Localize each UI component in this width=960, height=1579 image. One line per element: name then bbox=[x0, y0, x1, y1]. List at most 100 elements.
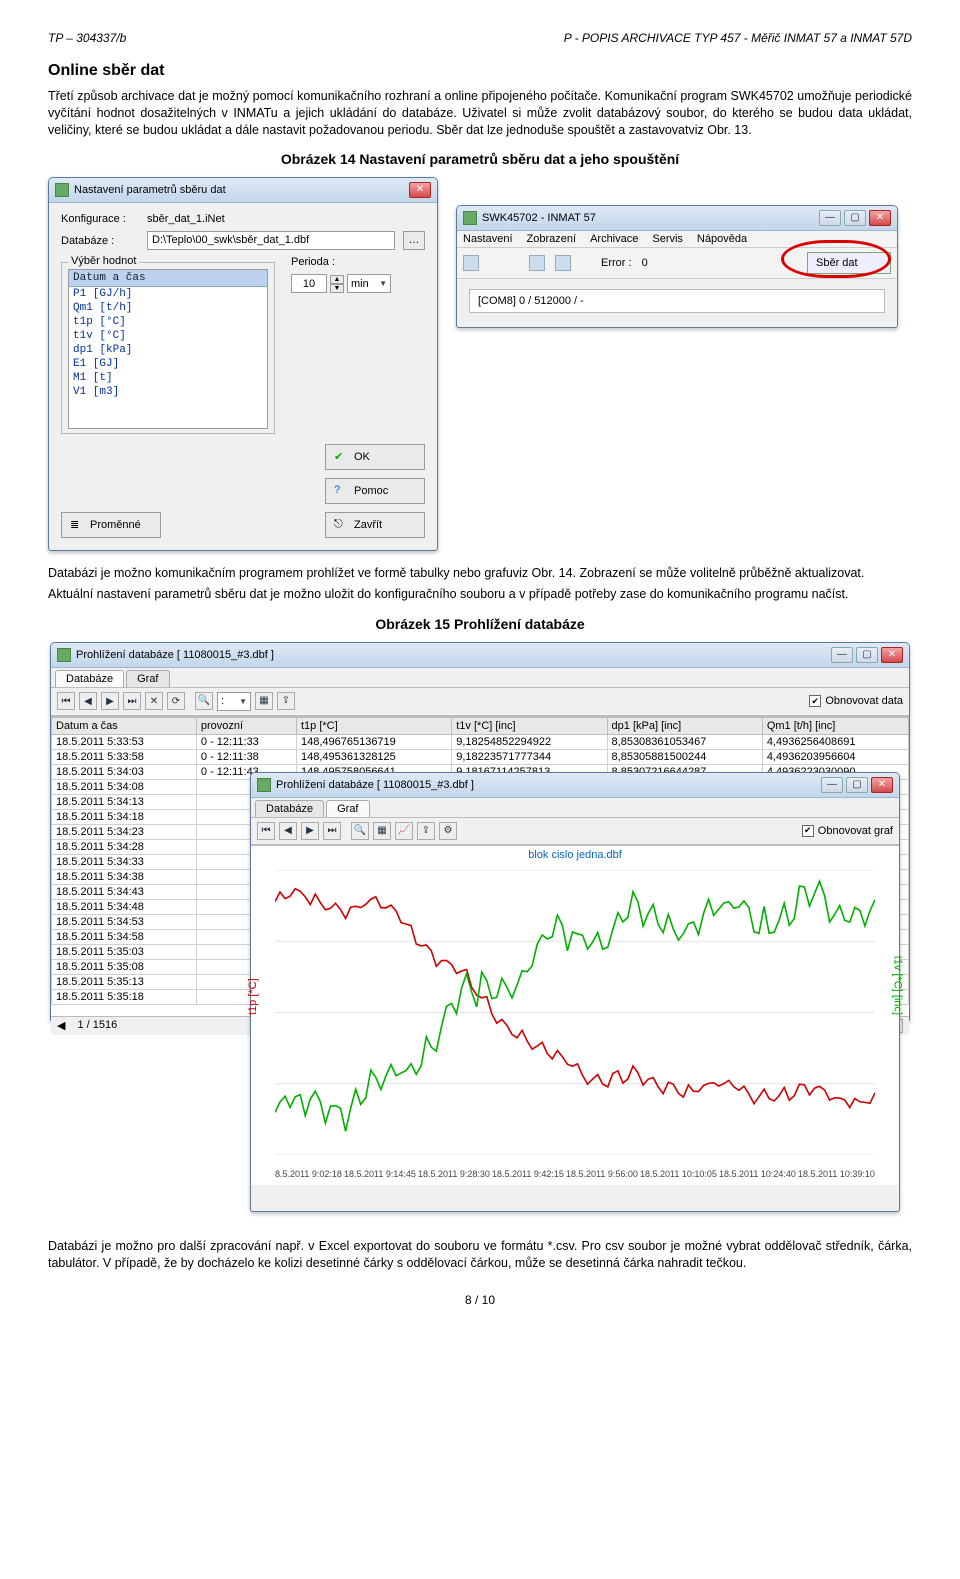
nav-next-icon[interactable]: ▶ bbox=[301, 822, 319, 840]
menu-archivace[interactable]: Archivace bbox=[590, 233, 638, 245]
minimize-icon[interactable]: — bbox=[821, 777, 843, 793]
konfigurace-label: Konfigurace : bbox=[61, 213, 139, 225]
list-item[interactable]: P1 [GJ/h] bbox=[69, 287, 267, 301]
spin-controls[interactable]: ▲▼ bbox=[330, 275, 344, 293]
browse-button[interactable]: … bbox=[403, 231, 425, 250]
table-row[interactable]: 18.5.2011 5:33:530 - 12:11:33148,4967651… bbox=[52, 734, 909, 749]
chk-obnovovat-data[interactable]: ✔ Obnovovat data bbox=[809, 695, 903, 707]
col-header[interactable]: dp1 [kPa] [inc] bbox=[607, 717, 762, 734]
nav-refresh-icon[interactable]: ⟳ bbox=[167, 692, 185, 710]
nav-prev-icon[interactable]: ◀ bbox=[79, 692, 97, 710]
list-item[interactable]: t1v [°C] bbox=[69, 329, 267, 343]
chart-svg bbox=[275, 870, 875, 1155]
dialog-sber-params: Nastavení parametrů sběru dat ✕ Konfigur… bbox=[48, 177, 438, 551]
table-row[interactable]: 18.5.2011 5:33:580 - 12:11:38148,4953613… bbox=[52, 749, 909, 764]
section-title: Online sběr dat bbox=[48, 60, 912, 82]
promenne-button[interactable]: ≣ Proměnné bbox=[61, 512, 161, 538]
x-tick: 18.5.2011 9:14:45 bbox=[344, 1169, 416, 1179]
minimize-icon[interactable]: — bbox=[819, 210, 841, 226]
databaze-path-input[interactable]: D:\Teplo\00_swk\sběr_dat_1.dbf bbox=[147, 231, 395, 250]
x-tick: 18.5.2011 9:42:15 bbox=[492, 1169, 564, 1179]
chk-obnovovat-graf[interactable]: ✔ Obnovovat graf bbox=[802, 825, 893, 837]
export-icon[interactable]: ⇪ bbox=[277, 692, 295, 710]
maximize-icon[interactable]: ▢ bbox=[856, 647, 878, 663]
tab-databaze[interactable]: Databáze bbox=[55, 670, 124, 687]
zavrit-button[interactable]: ⎋ Zavřít bbox=[325, 512, 425, 538]
nav-last-icon[interactable]: ⏭ bbox=[123, 692, 141, 710]
toolbar-icon[interactable] bbox=[463, 255, 479, 271]
check-icon: ✔ bbox=[334, 450, 348, 464]
nav-delete-icon[interactable]: ✕ bbox=[145, 692, 163, 710]
sber-dat-button[interactable]: Sběr dat bbox=[807, 252, 891, 274]
tabs: Databáze Graf bbox=[251, 798, 899, 818]
help-icon: ? bbox=[334, 484, 348, 498]
dbv2-titlebar[interactable]: Prohlížení databáze [ 11080015_#3.dbf ] … bbox=[251, 773, 899, 798]
page-combo[interactable]: : bbox=[217, 692, 251, 711]
toolbar-icon[interactable] bbox=[529, 255, 545, 271]
tab-graf[interactable]: Graf bbox=[326, 800, 369, 817]
toolbar: Error : 0 Sběr dat bbox=[457, 248, 897, 279]
nav-next-icon[interactable]: ▶ bbox=[101, 692, 119, 710]
swk-titlebar[interactable]: SWK45702 - INMAT 57 — ▢ ✕ bbox=[457, 206, 897, 231]
list-item[interactable]: M1 [t] bbox=[69, 371, 267, 385]
konfigurace-value: sběr_dat_1.iNet bbox=[147, 213, 225, 225]
zoom-icon[interactable]: 🔍 bbox=[195, 692, 213, 710]
close-icon[interactable]: ✕ bbox=[409, 182, 431, 198]
x-tick: 18.5.2011 10:10:05 bbox=[640, 1169, 717, 1179]
tabs: Databáze Graf bbox=[51, 668, 909, 688]
perioda-unit-combo[interactable]: min bbox=[347, 274, 391, 293]
row-counter: 1 / 1516 bbox=[77, 1019, 117, 1033]
col-header[interactable]: t1p [*C] bbox=[296, 717, 451, 734]
grid-icon[interactable]: ▦ bbox=[255, 692, 273, 710]
chart-icon[interactable]: 📈 bbox=[395, 822, 413, 840]
menu-napoveda[interactable]: Nápověda bbox=[697, 233, 747, 245]
nav-first-icon[interactable]: ⏮ bbox=[57, 692, 75, 710]
vyber-hodnot-label: Výběr hodnot bbox=[68, 255, 139, 267]
nav-last-icon[interactable]: ⏭ bbox=[323, 822, 341, 840]
maximize-icon[interactable]: ▢ bbox=[846, 777, 868, 793]
grid-icon[interactable]: ▦ bbox=[373, 822, 391, 840]
checkbox-icon[interactable]: ✔ bbox=[809, 695, 821, 707]
vyber-hodnot-group: Výběr hodnot Datum a čas P1 [GJ/h] Qm1 [… bbox=[61, 262, 275, 434]
close-icon[interactable]: ✕ bbox=[881, 647, 903, 663]
menu-zobrazeni[interactable]: Zobrazení bbox=[527, 233, 577, 245]
col-header[interactable]: t1v [*C] [inc] bbox=[452, 717, 607, 734]
col-header[interactable]: Datum a čas bbox=[52, 717, 197, 734]
dialog-titlebar[interactable]: Nastavení parametrů sběru dat ✕ bbox=[49, 178, 437, 203]
zoom-icon[interactable]: 🔍 bbox=[351, 822, 369, 840]
list-item[interactable]: dp1 [kPa] bbox=[69, 343, 267, 357]
list-item[interactable]: Qm1 [t/h] bbox=[69, 301, 267, 315]
close-icon[interactable]: ✕ bbox=[869, 210, 891, 226]
door-icon: ⎋ bbox=[334, 518, 348, 532]
nav-toolbar: ⏮ ◀ ▶ ⏭ 🔍 ▦ 📈 ⇪ ⚙ ✔ Obnovovat graf bbox=[251, 818, 899, 845]
menu-nastaveni[interactable]: Nastavení bbox=[463, 233, 513, 245]
close-icon[interactable]: ✕ bbox=[871, 777, 893, 793]
settings-icon[interactable]: ⚙ bbox=[439, 822, 457, 840]
list-item[interactable]: E1 [GJ] bbox=[69, 357, 267, 371]
chart-area[interactable]: blok cislo jedna.dbf t1p [*C] t1v [*C] [… bbox=[251, 845, 899, 1185]
fig15-caption: Obrázek 15 Prohlížení databáze bbox=[48, 615, 912, 634]
menubar: Nastavení Zobrazení Archivace Servis Náp… bbox=[457, 231, 897, 248]
maximize-icon[interactable]: ▢ bbox=[844, 210, 866, 226]
para-intro: Třetí způsob archivace dat je možný pomo… bbox=[48, 88, 912, 139]
perioda-spinbox[interactable]: 10 bbox=[291, 274, 327, 293]
tab-graf[interactable]: Graf bbox=[126, 670, 169, 687]
toolbar-icon[interactable] bbox=[555, 255, 571, 271]
col-header[interactable]: Qm1 [t/h] [inc] bbox=[762, 717, 908, 734]
tab-databaze[interactable]: Databáze bbox=[255, 800, 324, 817]
pomoc-button[interactable]: ? Pomoc bbox=[325, 478, 425, 504]
ok-button[interactable]: ✔ OK bbox=[325, 444, 425, 470]
error-value: 0 bbox=[642, 257, 648, 269]
page-header: TP – 304337/b P - POPIS ARCHIVACE TYP 45… bbox=[48, 30, 912, 46]
export-icon[interactable]: ⇪ bbox=[417, 822, 435, 840]
nav-prev-icon[interactable]: ◀ bbox=[279, 822, 297, 840]
col-header[interactable]: provozní bbox=[196, 717, 296, 734]
nav-first-icon[interactable]: ⏮ bbox=[257, 822, 275, 840]
menu-servis[interactable]: Servis bbox=[652, 233, 683, 245]
list-item[interactable]: V1 [m3] bbox=[69, 385, 267, 399]
list-veliciny[interactable]: Datum a čas P1 [GJ/h] Qm1 [t/h] t1p [°C]… bbox=[68, 269, 268, 429]
list-item[interactable]: t1p [°C] bbox=[69, 315, 267, 329]
checkbox-icon[interactable]: ✔ bbox=[802, 825, 814, 837]
dbv1-titlebar[interactable]: Prohlížení databáze [ 11080015_#3.dbf ] … bbox=[51, 643, 909, 668]
minimize-icon[interactable]: — bbox=[831, 647, 853, 663]
